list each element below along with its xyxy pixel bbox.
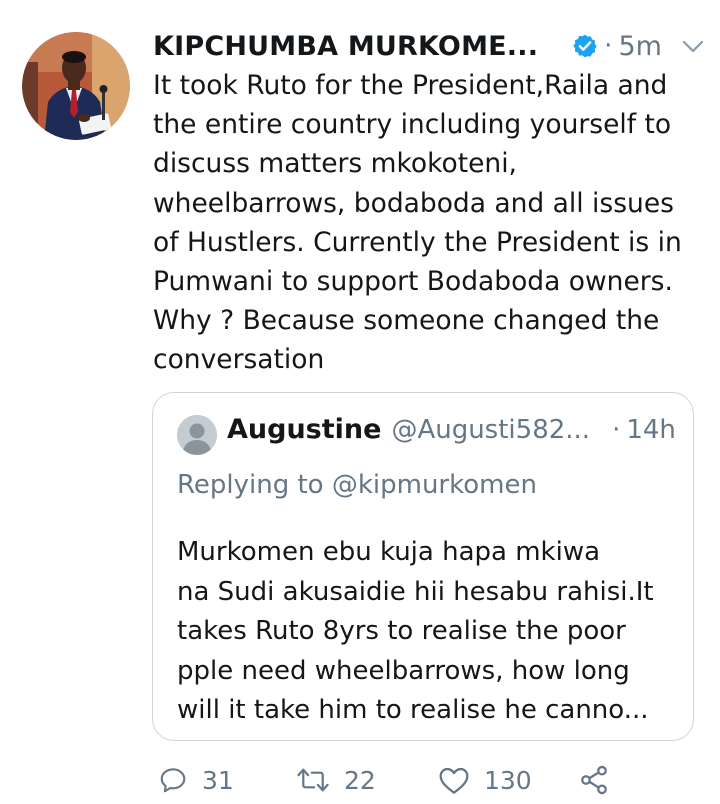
retweet-button[interactable]: 22	[296, 758, 376, 802]
quoted-separator: ·	[612, 415, 621, 445]
quoted-author-handle[interactable]: @Augusti582...	[391, 415, 590, 445]
reply-icon	[158, 765, 188, 795]
quoted-text: Murkomen ebu kuja hapa mkiwa na Sudi aku…	[177, 537, 654, 725]
quoted-author-name[interactable]: Augustine	[227, 414, 381, 445]
quoted-avatar[interactable]	[177, 415, 217, 455]
verified-badge-icon	[572, 33, 598, 59]
share-icon	[578, 764, 610, 796]
chevron-down-icon[interactable]	[680, 33, 706, 59]
reply-button[interactable]: 31	[158, 758, 234, 802]
like-button[interactable]: 130	[438, 758, 532, 802]
header-separator: ·	[604, 31, 613, 61]
author-name[interactable]: KIPCHUMBA MURKOME...	[153, 31, 538, 62]
quoted-timestamp[interactable]: 14h	[626, 415, 676, 445]
default-avatar-icon	[177, 415, 217, 455]
author-avatar-image	[22, 32, 130, 140]
like-count: 130	[484, 765, 532, 795]
replying-to: Replying to @kipmurkomen	[177, 470, 537, 500]
tweet-header: KIPCHUMBA MURKOME... · 5m	[153, 26, 704, 66]
retweet-count: 22	[344, 765, 376, 795]
reply-count: 31	[202, 765, 234, 795]
tweet-text: It took Ruto for the President,Raila and…	[153, 70, 682, 376]
author-avatar[interactable]	[22, 32, 130, 140]
tweet-actions: 31 22 130	[0, 758, 720, 804]
tweet-timestamp[interactable]: 5m	[618, 31, 661, 62]
quoted-header: Augustine @Augusti582... · 14h	[227, 414, 676, 445]
tweet[interactable]: KIPCHUMBA MURKOME... · 5m It took Ruto f…	[0, 0, 720, 804]
quoted-tweet[interactable]: Augustine @Augusti582... · 14h Replying …	[152, 392, 694, 741]
share-button[interactable]	[578, 758, 610, 802]
retweet-icon	[296, 765, 330, 795]
heart-icon	[438, 765, 470, 795]
